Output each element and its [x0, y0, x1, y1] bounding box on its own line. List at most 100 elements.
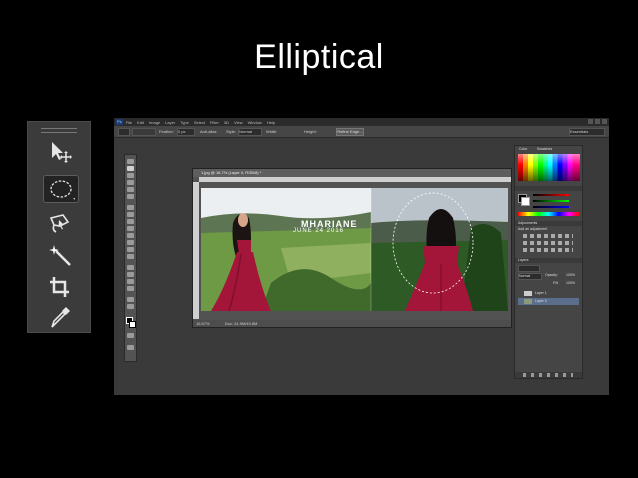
- adjustment-icons-row-2[interactable]: [523, 241, 573, 245]
- tool-healing[interactable]: [127, 205, 134, 210]
- tool-blur[interactable]: [127, 247, 134, 252]
- tab-color[interactable]: Color: [519, 147, 527, 152]
- adjustments-hint: Add an adjustment: [518, 227, 548, 231]
- photoshop-window: Ps File Edit Image Layer Type Select Fil…: [114, 118, 609, 395]
- tool-eyedropper[interactable]: [127, 194, 134, 199]
- layer-name: Layer 1: [535, 291, 547, 295]
- adjustments-panel-header: Adjustments: [515, 221, 582, 226]
- elliptical-marquee-icon[interactable]: [43, 175, 79, 203]
- tool-type[interactable]: [127, 272, 134, 277]
- background-color-swatch[interactable]: [129, 321, 136, 328]
- opacity-label: Opacity:: [545, 273, 558, 277]
- menu-image[interactable]: Image: [149, 120, 160, 125]
- menu-3d[interactable]: 3D: [224, 120, 229, 125]
- tab-swatches[interactable]: Swatches: [537, 147, 552, 152]
- green-slider[interactable]: [533, 200, 569, 202]
- refine-edge-button[interactable]: Refine Edge...: [336, 128, 364, 136]
- tool-history-brush[interactable]: [127, 226, 134, 231]
- tool-move[interactable]: [127, 159, 134, 164]
- panel-background-swatch[interactable]: [521, 197, 530, 206]
- document-window: 1.jpg @ 16.7% (Layer 0, RGB/8) * MHARIAN…: [192, 168, 512, 328]
- adjustment-icons-row-3[interactable]: [523, 248, 573, 252]
- layer-filter-select[interactable]: [518, 265, 540, 272]
- tool-marquee[interactable]: [127, 166, 134, 171]
- menu-file[interactable]: File: [126, 120, 132, 125]
- lasso-tool-icon[interactable]: [42, 208, 78, 238]
- adjustments-title: Adjustments: [518, 221, 538, 225]
- menu-help[interactable]: Help: [267, 120, 275, 125]
- document-tab-label: 1.jpg @ 16.7% (Layer 0, RGB/8) *: [201, 170, 262, 175]
- right-panels: Color Swatches Adjustments Add an adjust…: [514, 145, 583, 379]
- close-icon[interactable]: [602, 119, 607, 124]
- feather-input[interactable]: 0 px: [177, 128, 195, 136]
- menu-select[interactable]: Select: [194, 120, 205, 125]
- window-controls: [588, 119, 607, 124]
- document-status-bar: 16.67% Doc: 24.9M/49.8M: [193, 320, 511, 327]
- tool-stamp[interactable]: [127, 219, 134, 224]
- eyedropper-icon[interactable]: [42, 302, 78, 332]
- tool-preset-picker[interactable]: [118, 128, 130, 136]
- red-slider[interactable]: [533, 194, 569, 196]
- blend-mode-select[interactable]: Normal: [518, 273, 542, 280]
- enlarged-tool-strip: [27, 121, 91, 333]
- tool-quick-select[interactable]: [127, 180, 134, 185]
- menu-edit[interactable]: Edit: [137, 120, 144, 125]
- screen-mode-button[interactable]: [127, 345, 134, 350]
- move-tool-icon[interactable]: [42, 136, 78, 166]
- tool-hand[interactable]: [127, 297, 134, 302]
- style-select[interactable]: Normal: [238, 128, 262, 136]
- tool-dodge[interactable]: [127, 254, 134, 259]
- tools-panel: [124, 154, 137, 362]
- minimize-icon[interactable]: [588, 119, 593, 124]
- layer-row-1[interactable]: Layer 1: [518, 290, 579, 297]
- zoom-level[interactable]: 16.67%: [196, 321, 210, 326]
- color-spectrum-ramp[interactable]: [518, 212, 579, 216]
- tool-path-select[interactable]: [127, 279, 134, 284]
- layers-tab[interactable]: Layers: [518, 258, 529, 262]
- options-bar: Feather: 0 px Anti-alias Style: Normal W…: [114, 126, 609, 138]
- panel-grip[interactable]: [41, 128, 77, 133]
- vertical-ruler[interactable]: [193, 182, 199, 319]
- menu-window[interactable]: Window: [248, 120, 262, 125]
- tool-gradient[interactable]: [127, 240, 134, 245]
- opacity-value[interactable]: 100%: [566, 273, 575, 278]
- fill-label: Fill:: [553, 281, 559, 285]
- adjustment-icons-row-1[interactable]: [523, 234, 573, 238]
- swatches-grid[interactable]: [518, 154, 580, 181]
- blue-slider[interactable]: [533, 206, 569, 208]
- fill-value[interactable]: 100%: [566, 281, 575, 286]
- menu-bar: Ps File Edit Image Layer Type Select Fil…: [114, 118, 609, 126]
- tool-brush[interactable]: [127, 212, 134, 217]
- menu-type[interactable]: Type: [180, 120, 189, 125]
- document-tab[interactable]: 1.jpg @ 16.7% (Layer 0, RGB/8) *: [193, 169, 511, 177]
- layer-action-icons[interactable]: [523, 373, 573, 377]
- horizontal-ruler[interactable]: [199, 177, 511, 182]
- tool-pen[interactable]: [127, 265, 134, 270]
- maximize-icon[interactable]: [595, 119, 600, 124]
- workspace-select[interactable]: Essentials: [569, 128, 605, 136]
- image-canvas[interactable]: MHARIANE JUNE 24 2016: [201, 188, 508, 311]
- slide-title: Elliptical: [254, 38, 384, 76]
- document-size: Doc: 24.9M/49.8M: [224, 321, 258, 326]
- tool-shape[interactable]: [127, 286, 134, 291]
- tool-lasso[interactable]: [127, 173, 134, 178]
- layer-row-0[interactable]: Layer 0: [518, 298, 579, 305]
- photoshop-logo: Ps: [116, 119, 123, 125]
- menu-view[interactable]: View: [234, 120, 243, 125]
- quick-mask-button[interactable]: [127, 333, 134, 338]
- style-label: Style:: [226, 129, 237, 134]
- selection-mode-buttons[interactable]: [132, 128, 156, 136]
- layers-panel-footer: [515, 372, 582, 378]
- menu-filter[interactable]: Filter: [210, 120, 219, 125]
- layer-name: Layer 0: [535, 299, 547, 303]
- magic-wand-icon[interactable]: [42, 240, 78, 270]
- antialias-checkbox[interactable]: Anti-alias: [200, 129, 216, 134]
- tool-zoom[interactable]: [127, 304, 134, 309]
- width-label: Width:: [266, 129, 278, 134]
- photo-composite: [201, 188, 508, 311]
- tool-crop[interactable]: [127, 187, 134, 192]
- menu-layer[interactable]: Layer: [165, 120, 175, 125]
- color-panel-header: [515, 186, 582, 191]
- crop-tool-icon[interactable]: [42, 272, 78, 302]
- tool-eraser[interactable]: [127, 233, 134, 238]
